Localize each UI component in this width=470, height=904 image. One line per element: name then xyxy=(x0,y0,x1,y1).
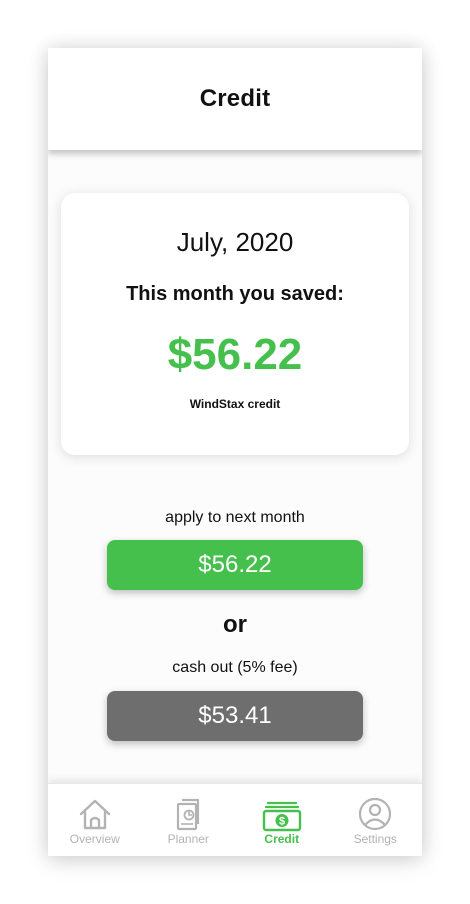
tab-label: Overview xyxy=(69,832,120,846)
savings-summary-card: July, 2020 This month you saved: $56.22 … xyxy=(61,193,409,455)
page-title: Credit xyxy=(199,85,271,112)
cash-out-label: cash out (5% fee) xyxy=(172,659,298,676)
screen: Credit July, 2020 This month you saved: … xyxy=(0,0,470,904)
tab-planner[interactable]: Planner xyxy=(142,784,236,856)
bottom-tab-bar: Overview Planner $ Credit Settings xyxy=(48,783,422,856)
cash-out-button[interactable]: $53.41 xyxy=(107,691,363,741)
svg-text:$: $ xyxy=(279,816,285,828)
tab-label: Planner xyxy=(167,832,209,846)
home-icon xyxy=(75,796,115,832)
app-window: Credit July, 2020 This month you saved: … xyxy=(48,48,422,856)
tab-credit[interactable]: $ Credit xyxy=(235,784,329,856)
tab-label: Credit xyxy=(264,832,300,846)
credit-caption: WindStax credit xyxy=(189,397,281,411)
top-bar: Credit xyxy=(48,48,422,150)
tab-overview[interactable]: Overview xyxy=(48,784,142,856)
month-label: July, 2020 xyxy=(176,227,294,257)
tab-label: Settings xyxy=(353,832,397,846)
planner-icon xyxy=(168,796,208,832)
apply-label: apply to next month xyxy=(165,509,305,526)
cash-icon: $ xyxy=(262,796,302,832)
apply-to-next-month-button[interactable]: $56.22 xyxy=(107,540,363,590)
or-divider-text: or xyxy=(223,611,247,638)
saved-amount: $56.22 xyxy=(167,330,303,379)
user-settings-icon xyxy=(355,796,395,832)
tab-settings[interactable]: Settings xyxy=(329,784,423,856)
saved-heading: This month you saved: xyxy=(126,283,344,305)
